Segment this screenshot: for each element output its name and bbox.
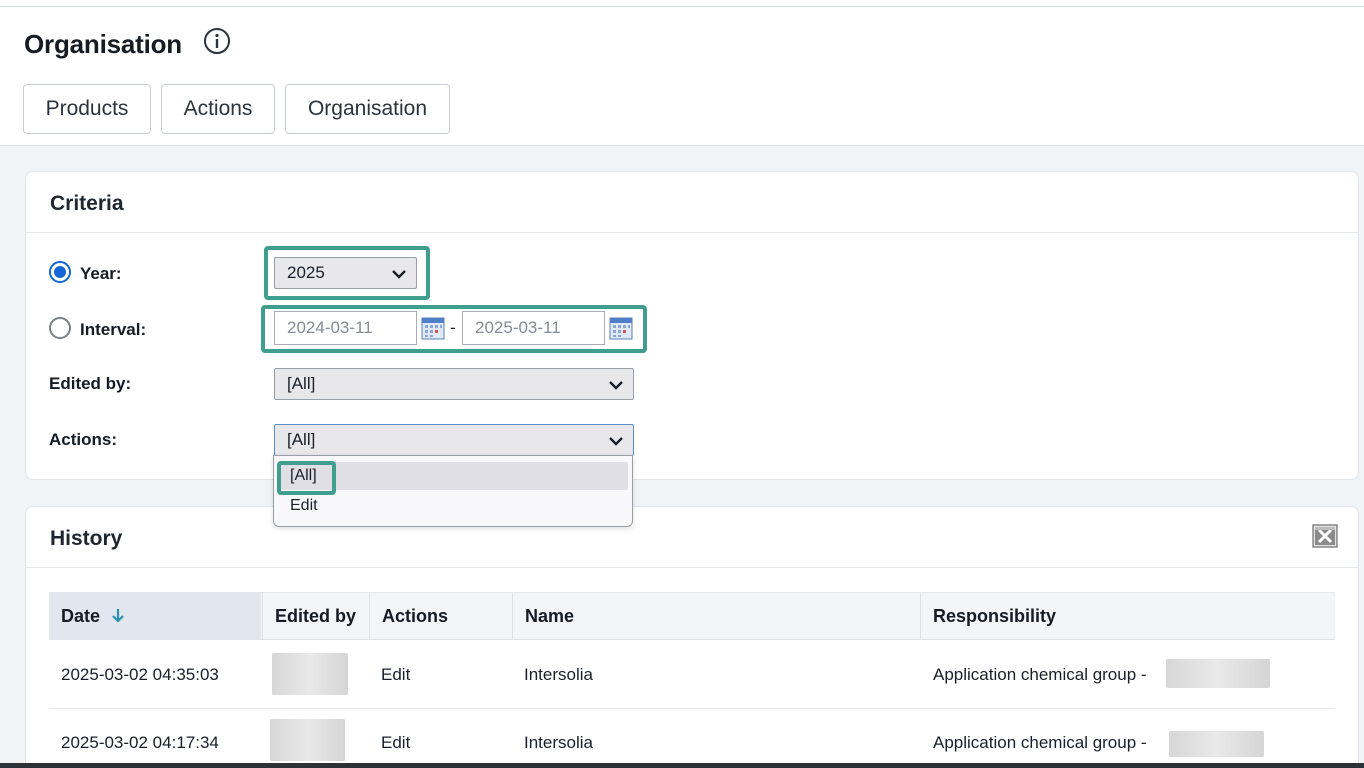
col-header-edited-by[interactable]: Edited by <box>262 592 368 640</box>
page-header: Organisation Products Actions Organisati… <box>0 7 1364 146</box>
dropdown-option-edit[interactable]: Edit <box>278 492 628 520</box>
table-row-1-name: Intersolia <box>524 665 593 684</box>
criteria-divider <box>26 232 1358 233</box>
table-row-1-action: Edit <box>381 665 411 684</box>
redacted-responsibility <box>1166 659 1270 688</box>
redacted-editor <box>270 719 345 761</box>
col-header-responsibility[interactable]: Responsibility <box>920 592 1335 640</box>
chevron-down-icon <box>609 381 623 390</box>
taskbar-edge <box>0 763 1364 768</box>
year-label: Year: <box>80 264 122 283</box>
tab-organisation[interactable]: Organisation <box>285 84 450 134</box>
dropdown-option-all[interactable]: [All] <box>278 462 628 490</box>
interval-label: Interval: <box>80 320 147 339</box>
edited-by-value: [All] <box>287 374 316 393</box>
excel-export-icon[interactable] <box>1312 524 1338 548</box>
tab-actions[interactable]: Actions <box>161 84 275 134</box>
table-row-1-date: 2025-03-02 04:35:03 <box>61 665 219 684</box>
calendar-icon[interactable] <box>421 316 445 340</box>
history-divider <box>26 567 1358 568</box>
top-edge <box>0 0 1364 7</box>
year-select-value: 2025 <box>287 263 325 282</box>
chevron-down-icon <box>392 270 406 279</box>
col-header-name[interactable]: Name <box>512 592 920 640</box>
year-select[interactable]: 2025 <box>274 257 417 289</box>
col-header-date[interactable]: Date <box>49 592 261 640</box>
edited-by-select[interactable]: [All] <box>274 368 634 400</box>
edited-by-label: Edited by: <box>49 374 132 393</box>
calendar-icon[interactable] <box>609 316 633 340</box>
actions-label: Actions: <box>49 430 117 449</box>
col-header-actions[interactable]: Actions <box>369 592 512 640</box>
table-row-1-responsibility: Application chemical group - <box>933 665 1147 684</box>
sort-down-arrow-icon <box>112 609 124 623</box>
row-divider <box>49 708 1335 709</box>
tab-products[interactable]: Products <box>23 84 151 134</box>
table-row-2-date: 2025-03-02 04:17:34 <box>61 733 219 752</box>
interval-separator: - <box>450 318 456 337</box>
actions-dropdown-list: [All] Edit <box>273 455 633 527</box>
page-title: Organisation <box>24 29 182 59</box>
chevron-down-icon <box>609 437 623 446</box>
actions-value: [All] <box>287 430 316 449</box>
year-radio[interactable] <box>49 261 71 283</box>
criteria-panel: Criteria <box>25 171 1359 480</box>
table-row-2-action: Edit <box>381 733 411 752</box>
table-row-2-name: Intersolia <box>524 733 593 752</box>
info-icon[interactable] <box>203 27 231 55</box>
criteria-title: Criteria <box>50 192 124 215</box>
history-title: History <box>50 527 123 550</box>
interval-from-input[interactable]: 2024-03-11 <box>274 311 417 345</box>
interval-to-input[interactable]: 2025-03-11 <box>462 311 605 345</box>
table-row-2-responsibility: Application chemical group - <box>933 733 1147 752</box>
redacted-responsibility <box>1169 731 1264 757</box>
redacted-editor <box>272 653 348 695</box>
actions-select[interactable]: [All] <box>274 424 634 456</box>
interval-radio[interactable] <box>49 317 71 339</box>
